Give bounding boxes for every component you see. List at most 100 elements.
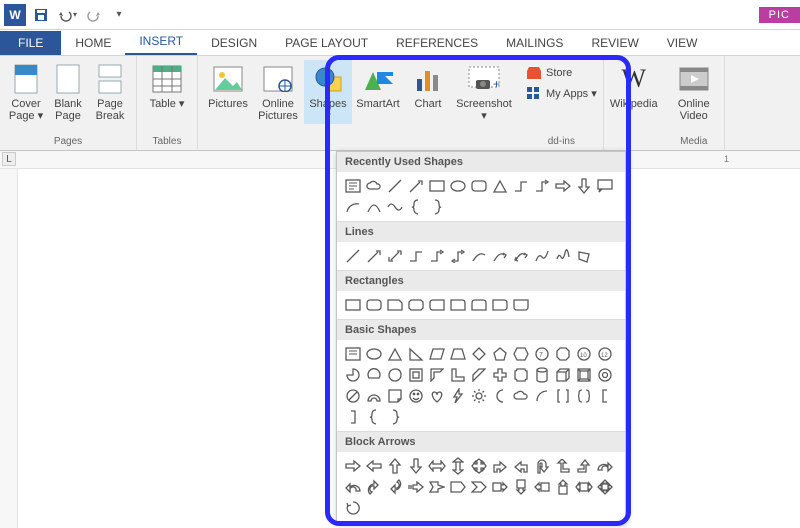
shape-arc-icon[interactable] (343, 197, 363, 217)
shape-arrow-leftright-icon[interactable] (427, 456, 447, 476)
undo-icon[interactable]: ▾ (56, 4, 78, 26)
shape-right-brace2-icon[interactable] (385, 407, 405, 427)
shape-arrow-notched-icon[interactable] (427, 477, 447, 497)
shapes-button[interactable]: Shapes ▾ (304, 60, 352, 124)
shape-block-arc-icon[interactable] (364, 386, 384, 406)
shape-arrow-down2-icon[interactable] (406, 456, 426, 476)
pictures-button[interactable]: Pictures (204, 60, 252, 112)
shape-arrow-bentup-icon[interactable] (574, 456, 594, 476)
shape-curve-icon[interactable] (364, 197, 384, 217)
shape-arrow-callout-quad-icon[interactable] (595, 477, 615, 497)
tab-file[interactable]: FILE (0, 31, 61, 55)
shape-scribble-icon[interactable] (553, 246, 573, 266)
shape-right-bracket-icon[interactable] (343, 407, 363, 427)
shape-oval-icon[interactable] (448, 176, 468, 196)
redo-icon[interactable] (82, 4, 104, 26)
shape-donut-icon[interactable] (595, 365, 615, 385)
shape-arrow-up-icon[interactable] (385, 456, 405, 476)
shape-arrow-bent2-icon[interactable] (511, 456, 531, 476)
shape-can-icon[interactable] (532, 365, 552, 385)
shape-down-arrow-icon[interactable] (574, 176, 594, 196)
shape-rectangle-icon[interactable] (427, 176, 447, 196)
shape-arrow-curved-u-icon[interactable] (364, 477, 384, 497)
shape-parallelogram-icon[interactable] (427, 344, 447, 364)
shape-triangle-icon[interactable] (490, 176, 510, 196)
shape-arc2-icon[interactable] (532, 386, 552, 406)
shape-rect4-icon[interactable] (406, 295, 426, 315)
shape-frame-icon[interactable] (406, 365, 426, 385)
shape-left-brace2-icon[interactable] (364, 407, 384, 427)
shape-arrow-callout-lr-icon[interactable] (574, 477, 594, 497)
shape-half-frame-icon[interactable] (427, 365, 447, 385)
shape-left-bracket-icon[interactable] (595, 386, 615, 406)
shape-rect6-icon[interactable] (448, 295, 468, 315)
tab-view[interactable]: VIEW (653, 31, 712, 55)
tab-mailings[interactable]: MAILINGS (492, 31, 577, 55)
shape-double-arrow-icon[interactable] (385, 246, 405, 266)
shape-heart-icon[interactable] (427, 386, 447, 406)
shape-rect7-icon[interactable] (469, 295, 489, 315)
shape-arrow-bent1-icon[interactable] (490, 456, 510, 476)
shape-rect3-icon[interactable] (385, 295, 405, 315)
shape-arrow-striped-icon[interactable] (406, 477, 426, 497)
wikipedia-button[interactable]: WWikipedia (610, 60, 658, 112)
shape-arrow-left-icon[interactable] (364, 456, 384, 476)
table-button[interactable]: Table ▾ (143, 60, 191, 112)
shape-arrow-right-icon[interactable] (343, 456, 363, 476)
shape-line2-icon[interactable] (343, 246, 363, 266)
shape-dodecagon-icon[interactable]: 12 (595, 344, 615, 364)
shape-arrow-quad-icon[interactable] (469, 456, 489, 476)
shape-left-brace-icon[interactable] (406, 197, 426, 217)
shape-triangle2-icon[interactable] (385, 344, 405, 364)
screenshot-button[interactable]: +Screenshot ▾ (454, 60, 514, 124)
shape-oval2-icon[interactable] (364, 344, 384, 364)
shape-diamond-icon[interactable] (469, 344, 489, 364)
my-apps-button[interactable]: My Apps ▾ (526, 86, 597, 100)
shape-connector-icon[interactable] (511, 176, 531, 196)
tab-insert[interactable]: INSERT (125, 29, 197, 55)
shape-rect8-icon[interactable] (490, 295, 510, 315)
shape-curved3-icon[interactable] (511, 246, 531, 266)
shape-diag-stripe-icon[interactable] (469, 365, 489, 385)
shape-arrow-updown-icon[interactable] (448, 456, 468, 476)
shape-pentagon-icon[interactable] (490, 344, 510, 364)
shape-cube-icon[interactable] (553, 365, 573, 385)
shape-bevel-icon[interactable] (574, 365, 594, 385)
tab-stop-indicator[interactable]: L (2, 152, 16, 166)
shape-curved1-icon[interactable] (469, 246, 489, 266)
shape-textbox2-icon[interactable] (343, 344, 363, 364)
shape-rect2-icon[interactable] (364, 295, 384, 315)
shape-round-rect-icon[interactable] (469, 176, 489, 196)
shape-moon-icon[interactable] (490, 386, 510, 406)
shape-rect1-icon[interactable] (343, 295, 363, 315)
shape-arrow-pentagon-icon[interactable] (448, 477, 468, 497)
shape-heptagon-icon[interactable]: 7 (532, 344, 552, 364)
shape-line-arrow-icon[interactable] (364, 246, 384, 266)
shape-elbow1-icon[interactable] (406, 246, 426, 266)
shape-smiley-icon[interactable] (406, 386, 426, 406)
shape-elbow-arrow-icon[interactable] (532, 176, 552, 196)
shape-decagon-icon[interactable]: 10 (574, 344, 594, 364)
shape-right-brace-icon[interactable] (427, 197, 447, 217)
shape-elbow2-icon[interactable] (427, 246, 447, 266)
shape-plaque-icon[interactable] (511, 365, 531, 385)
app-icon[interactable]: W (4, 4, 26, 26)
shape-arrow-curved-r-icon[interactable] (595, 456, 615, 476)
shape-arrow-callout-r-icon[interactable] (490, 477, 510, 497)
vertical-ruler[interactable] (0, 169, 18, 528)
blank-page-button[interactable]: Blank Page (48, 60, 88, 124)
shape-trapezoid-icon[interactable] (448, 344, 468, 364)
shape-arrow-chevron-icon[interactable] (469, 477, 489, 497)
online-pictures-button[interactable]: Online Pictures (254, 60, 302, 124)
shape-arrow-uturn-icon[interactable] (532, 456, 552, 476)
shape-callout-icon[interactable] (595, 176, 615, 196)
shape-chord-icon[interactable] (364, 365, 384, 385)
shape-textbox-icon[interactable] (343, 176, 363, 196)
shape-arrow-curved-d-icon[interactable] (385, 477, 405, 497)
tab-review[interactable]: REVIEW (577, 31, 652, 55)
shape-curved2-icon[interactable] (490, 246, 510, 266)
shape-arrow-curved-l-icon[interactable] (343, 477, 363, 497)
page-break-button[interactable]: Page Break (90, 60, 130, 124)
chart-button[interactable]: Chart (404, 60, 452, 112)
shape-arrow-leftup-icon[interactable] (553, 456, 573, 476)
